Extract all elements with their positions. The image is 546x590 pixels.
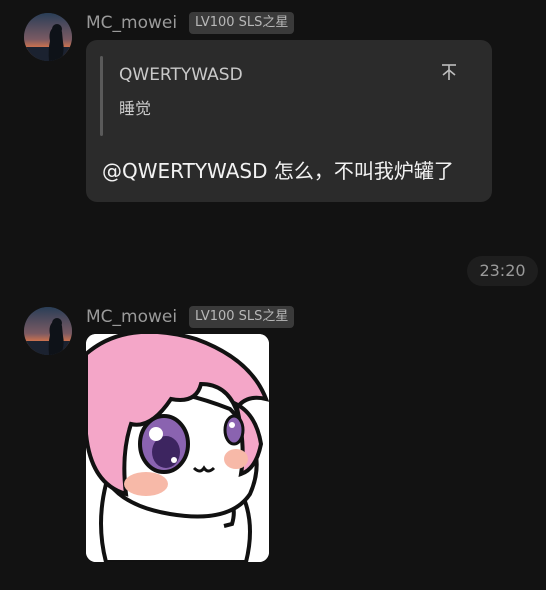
up-arrow-icon[interactable] [438, 62, 460, 86]
sender-name[interactable]: MC_mowei [86, 306, 177, 328]
quote-author: QWERTYWASD [119, 65, 243, 85]
avatar[interactable] [24, 13, 72, 61]
level-badge: LV100 SLS之星 [189, 12, 295, 34]
quote-bar [100, 56, 103, 136]
message-bubble[interactable]: QWERTYWASD 睡觉 @QWERTYWASD 怎么，不叫我炉罐了 [86, 40, 492, 202]
time-divider: 23:20 [467, 256, 538, 286]
level-badge: LV100 SLS之星 [189, 306, 295, 328]
anime-girl-sticker[interactable] [86, 334, 269, 562]
quote-text: 睡觉 [119, 99, 152, 118]
message-text: @QWERTYWASD 怎么，不叫我炉罐了 [102, 159, 454, 183]
sender-name[interactable]: MC_mowei [86, 12, 177, 34]
avatar[interactable] [24, 307, 72, 355]
